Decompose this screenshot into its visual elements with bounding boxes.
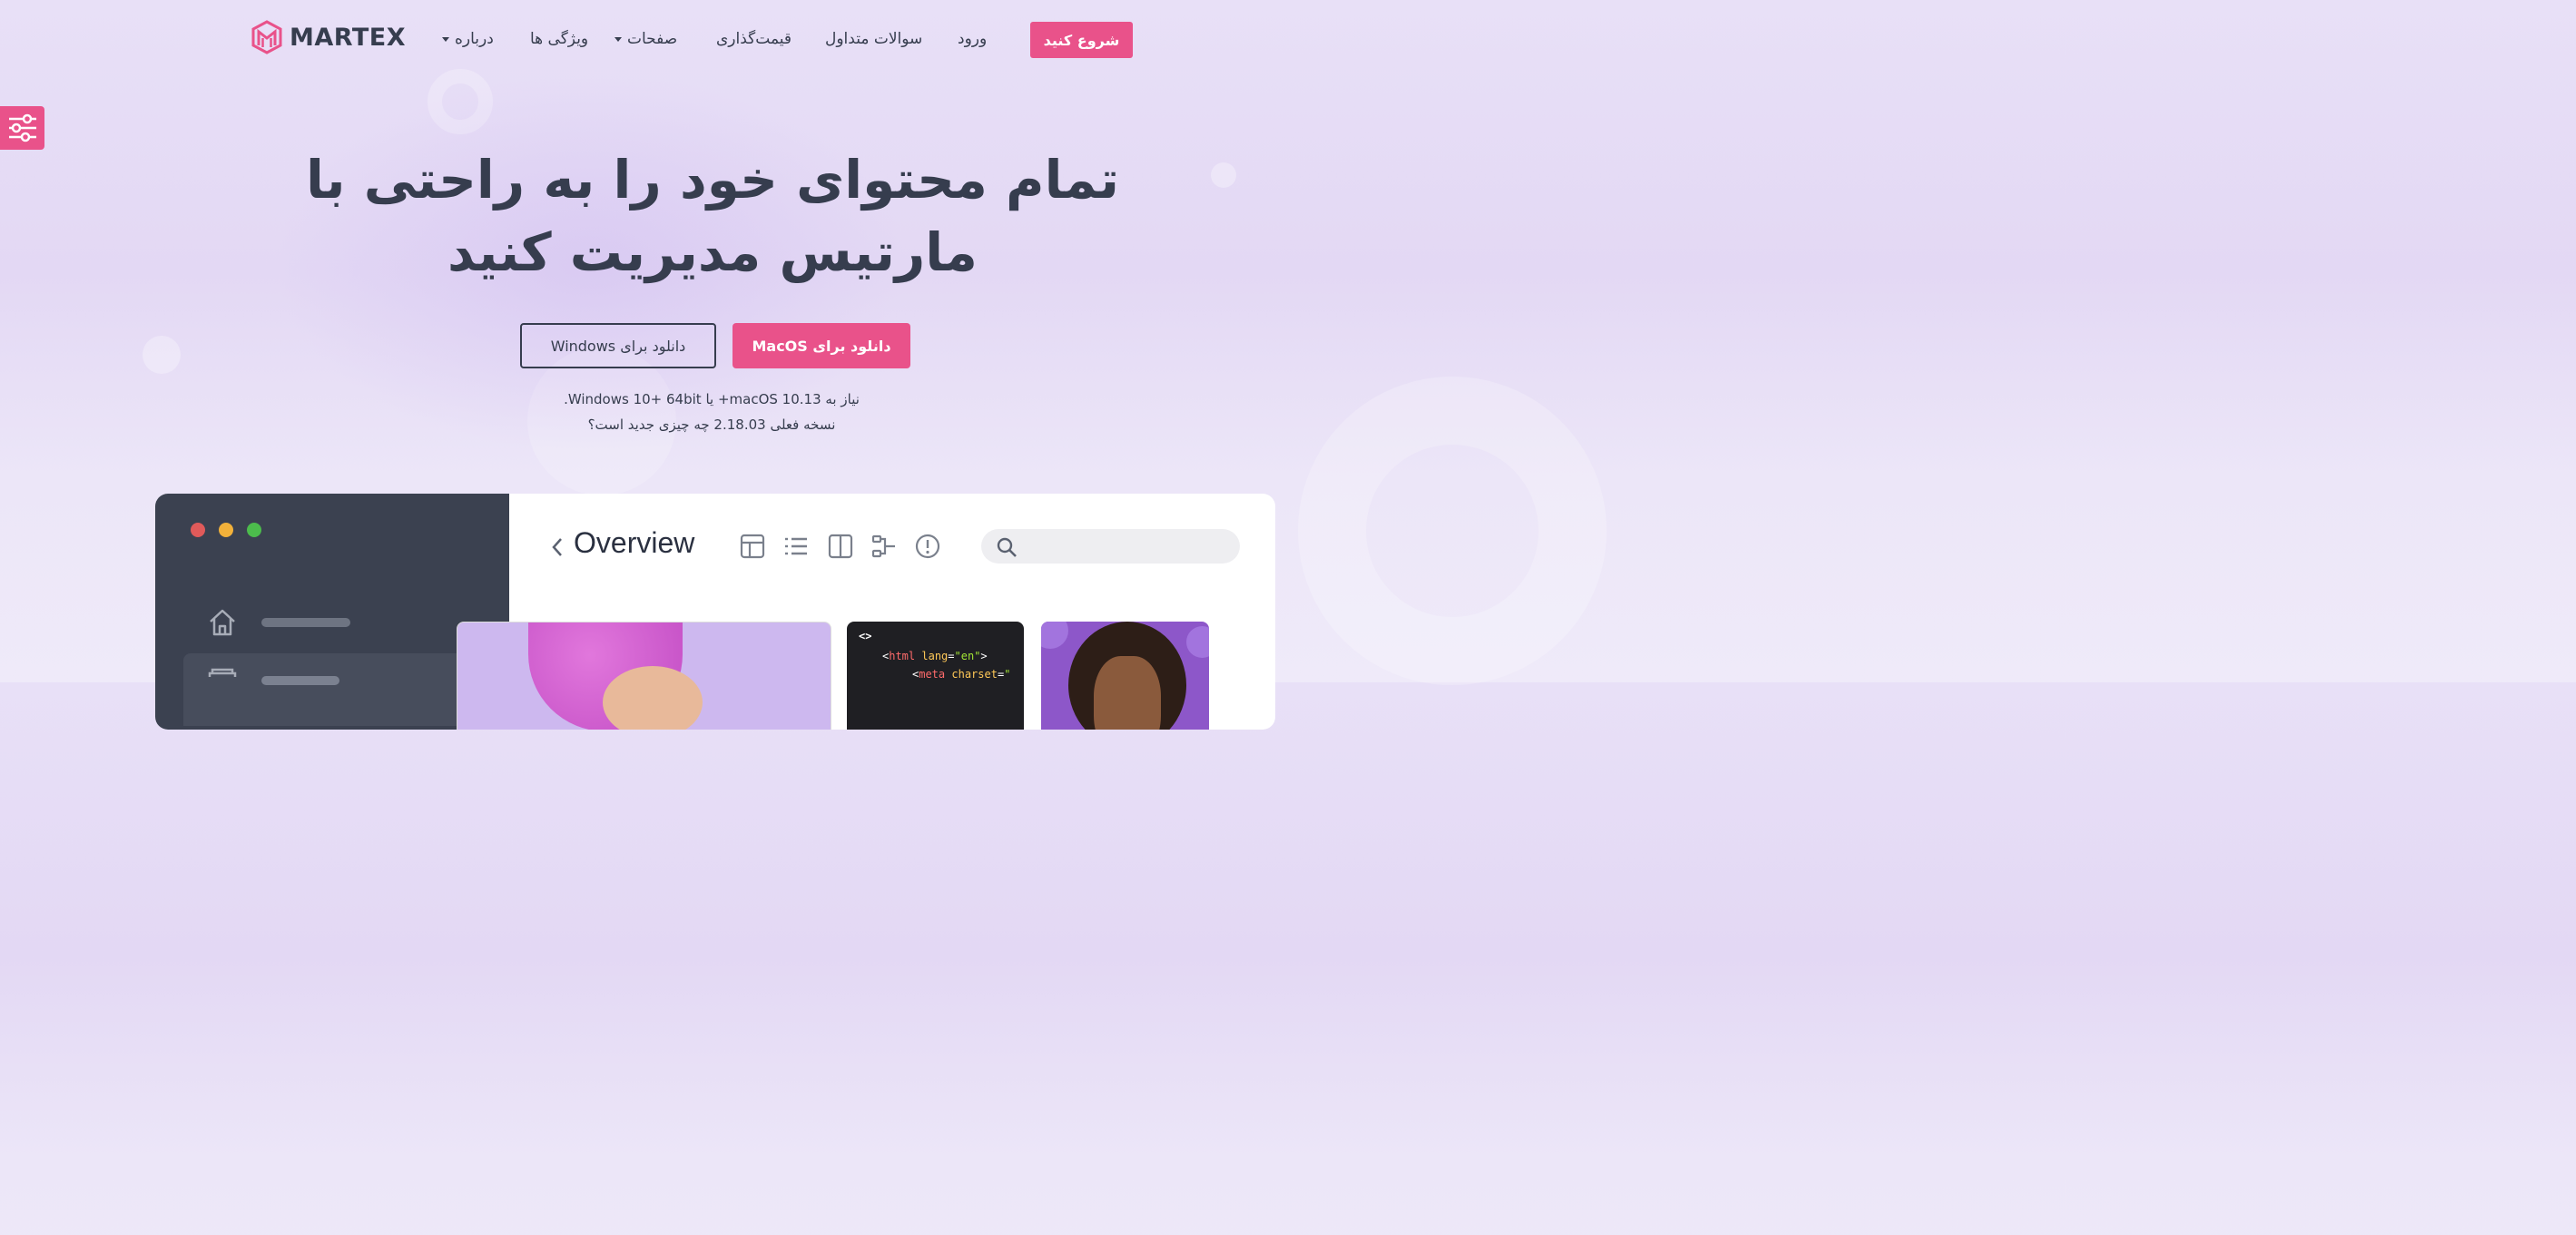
- nav-login-label: ورود: [958, 30, 988, 48]
- balloon-shape: [1041, 622, 1068, 649]
- nav-faq[interactable]: سوالات متداول: [825, 30, 922, 48]
- chevron-down-icon: [442, 36, 449, 42]
- image-card-hat: [457, 622, 831, 730]
- system-requirements: نیاز به macOS 10.13+ یا Windows 10+ 64bi…: [564, 391, 860, 407]
- nav-pricing-label: قیمت‌گذاری: [716, 30, 792, 48]
- nav-features[interactable]: ویژگی ها: [530, 30, 588, 48]
- sidebar-item-placeholder: [261, 618, 350, 627]
- nav-pages[interactable]: صفحات: [615, 30, 677, 48]
- table-icon[interactable]: [740, 534, 765, 559]
- overview-title: Overview: [574, 526, 695, 559]
- list-icon[interactable]: [783, 534, 809, 559]
- bg-circle-right: [1211, 162, 1236, 188]
- nav-about[interactable]: درباره: [442, 30, 494, 48]
- face-shape: [603, 666, 703, 730]
- nav-pages-label: صفحات: [627, 30, 678, 48]
- alert-icon[interactable]: [915, 534, 940, 559]
- bg-circle-left: [143, 336, 181, 374]
- nav-about-label: درباره: [455, 30, 494, 48]
- get-started-button[interactable]: شروع کنید: [1030, 22, 1133, 58]
- code-line-2: <meta charset=": [912, 668, 1011, 681]
- sliders-icon: [8, 113, 36, 142]
- balloon-shape: [1186, 626, 1209, 658]
- home-icon: [210, 609, 235, 636]
- martex-logo-icon: [251, 20, 282, 54]
- nav-pricing[interactable]: قیمت‌گذاری: [716, 30, 791, 48]
- current-version-link[interactable]: نسخه فعلی 2.18.03 چه چیزی جدید است؟: [485, 417, 939, 433]
- search-icon: [997, 537, 1017, 557]
- nav-faq-label: سوالات متداول: [825, 30, 923, 48]
- settings-toggle-button[interactable]: [0, 106, 44, 150]
- window-close-dot: [191, 523, 205, 537]
- sidebar-item-placeholder: [261, 676, 339, 685]
- columns-icon[interactable]: [828, 534, 853, 559]
- bg-ring-right: [1298, 377, 1607, 685]
- nav-login[interactable]: ورود: [958, 30, 987, 48]
- nav-features-label: ویژگی ها: [530, 30, 589, 48]
- window-maximize-dot: [247, 523, 261, 537]
- hero-title-line-2: مارتیس مدیریت کنید: [447, 221, 978, 283]
- stack-icon: [208, 668, 237, 677]
- logo-text: MARTEX: [290, 23, 407, 52]
- code-brackets-icon: <>: [859, 630, 872, 642]
- flow-icon[interactable]: [871, 534, 897, 559]
- hero-title: تمام محتوای خود را به راحتی با مارتیس مد…: [272, 143, 1153, 289]
- image-card-portrait: [1041, 622, 1209, 730]
- portrait-face-shape: [1094, 656, 1161, 730]
- download-macos-button[interactable]: دانلود برای MacOS: [732, 323, 910, 368]
- code-line-1: <html lang="en">: [882, 650, 988, 662]
- window-minimize-dot: [219, 523, 233, 537]
- site-header: MARTEX درباره ویژگی ها صفحات قیمت‌گذاری …: [0, 0, 1423, 80]
- download-windows-button[interactable]: دانلود برای Windows: [520, 323, 716, 368]
- logo[interactable]: MARTEX: [251, 20, 406, 54]
- hero-title-line-1: تمام محتوای خود را به راحتی با: [305, 149, 1120, 211]
- chevron-down-icon: [615, 36, 622, 42]
- code-card: <> <html lang="en"> <meta charset=": [847, 622, 1024, 730]
- chevron-left-icon[interactable]: [548, 535, 566, 559]
- search-input[interactable]: [981, 529, 1240, 564]
